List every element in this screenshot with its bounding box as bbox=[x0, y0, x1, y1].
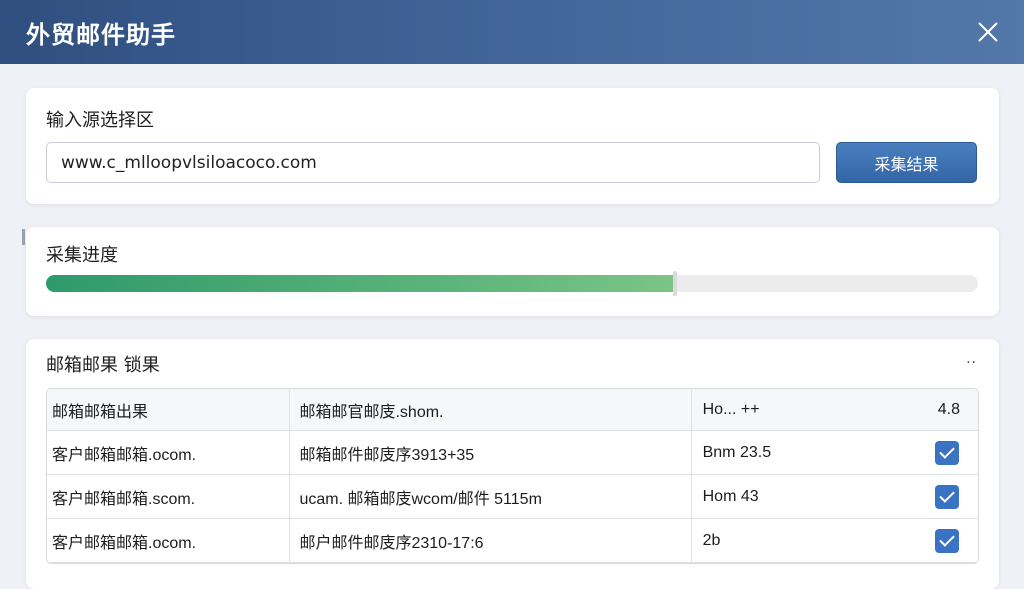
table-cell: Hom 43 bbox=[692, 475, 978, 518]
results-table: 邮箱邮箱出果 邮箱邮官邮庋.shom. Ho... ++ 4.8 客户邮箱邮箱.… bbox=[46, 388, 979, 564]
table-cell: 客户邮箱邮箱.ocom. bbox=[47, 519, 291, 562]
table-cell: 客户邮箱邮箱.ocom. bbox=[47, 431, 291, 474]
table-cell: 邮箱邮件邮庋序3913+35 bbox=[290, 431, 692, 474]
row-checkbox[interactable] bbox=[935, 441, 959, 465]
table-cell-value: Hom 43 bbox=[702, 487, 759, 505]
table-row[interactable]: 客户邮箱邮箱.scom. ucam. 邮箱邮庋wcom/邮件 5115m Hom… bbox=[47, 475, 978, 519]
input-section-title: 输入源选择区 bbox=[46, 110, 154, 131]
results-panel: 邮箱邮果 锁果 ·· 邮箱邮箱出果 邮箱邮官邮庋.shom. Ho... ++ … bbox=[26, 339, 999, 589]
progress-section-title: 采集进度 bbox=[46, 245, 118, 266]
divider bbox=[22, 229, 25, 245]
column-header[interactable]: 邮箱邮官邮庋.shom. bbox=[290, 389, 692, 430]
table-cell-value: 2b bbox=[702, 531, 721, 549]
table-cell-value: Bnm 23.5 bbox=[702, 443, 772, 461]
table-header-row: 邮箱邮箱出果 邮箱邮官邮庋.shom. Ho... ++ 4.8 bbox=[47, 389, 978, 431]
progress-panel: 采集进度 bbox=[26, 227, 999, 316]
progress-handle bbox=[673, 271, 678, 296]
url-input[interactable] bbox=[46, 142, 820, 183]
table-cell: ucam. 邮箱邮庋wcom/邮件 5115m bbox=[290, 475, 692, 518]
table-row[interactable]: 客户邮箱邮箱.ocom. 邮户邮件邮庋序2310-17:6 2b bbox=[47, 519, 978, 563]
column-header-label: Ho... ++ bbox=[702, 400, 760, 418]
table-row[interactable]: 客户邮箱邮箱.ocom. 邮箱邮件邮庋序3913+35 Bnm 23.5 bbox=[47, 431, 978, 475]
title-bar: 外贸邮件助手 bbox=[0, 0, 1024, 64]
collect-button[interactable]: 采集结果 bbox=[836, 142, 977, 183]
row-checkbox[interactable] bbox=[935, 485, 959, 509]
table-cell: 客户邮箱邮箱.scom. bbox=[47, 475, 291, 518]
input-source-panel: 输入源选择区 采集结果 bbox=[26, 88, 999, 204]
more-icon[interactable]: ·· bbox=[966, 355, 977, 371]
table-cell: Bnm 23.5 bbox=[692, 431, 978, 474]
progress-fill bbox=[46, 275, 676, 292]
progress-bar bbox=[46, 271, 978, 296]
row-checkbox[interactable] bbox=[935, 529, 959, 553]
column-header[interactable]: Ho... ++ 4.8 bbox=[692, 389, 978, 430]
table-cell: 邮户邮件邮庋序2310-17:6 bbox=[290, 519, 692, 562]
column-header[interactable]: 邮箱邮箱出果 bbox=[47, 389, 291, 430]
window-title: 外贸邮件助手 bbox=[26, 20, 176, 49]
results-section-title: 邮箱邮果 锁果 bbox=[46, 355, 160, 376]
close-icon[interactable] bbox=[974, 18, 1002, 46]
table-cell: 2b bbox=[692, 519, 978, 562]
column-header-label: 4.8 bbox=[937, 400, 960, 418]
